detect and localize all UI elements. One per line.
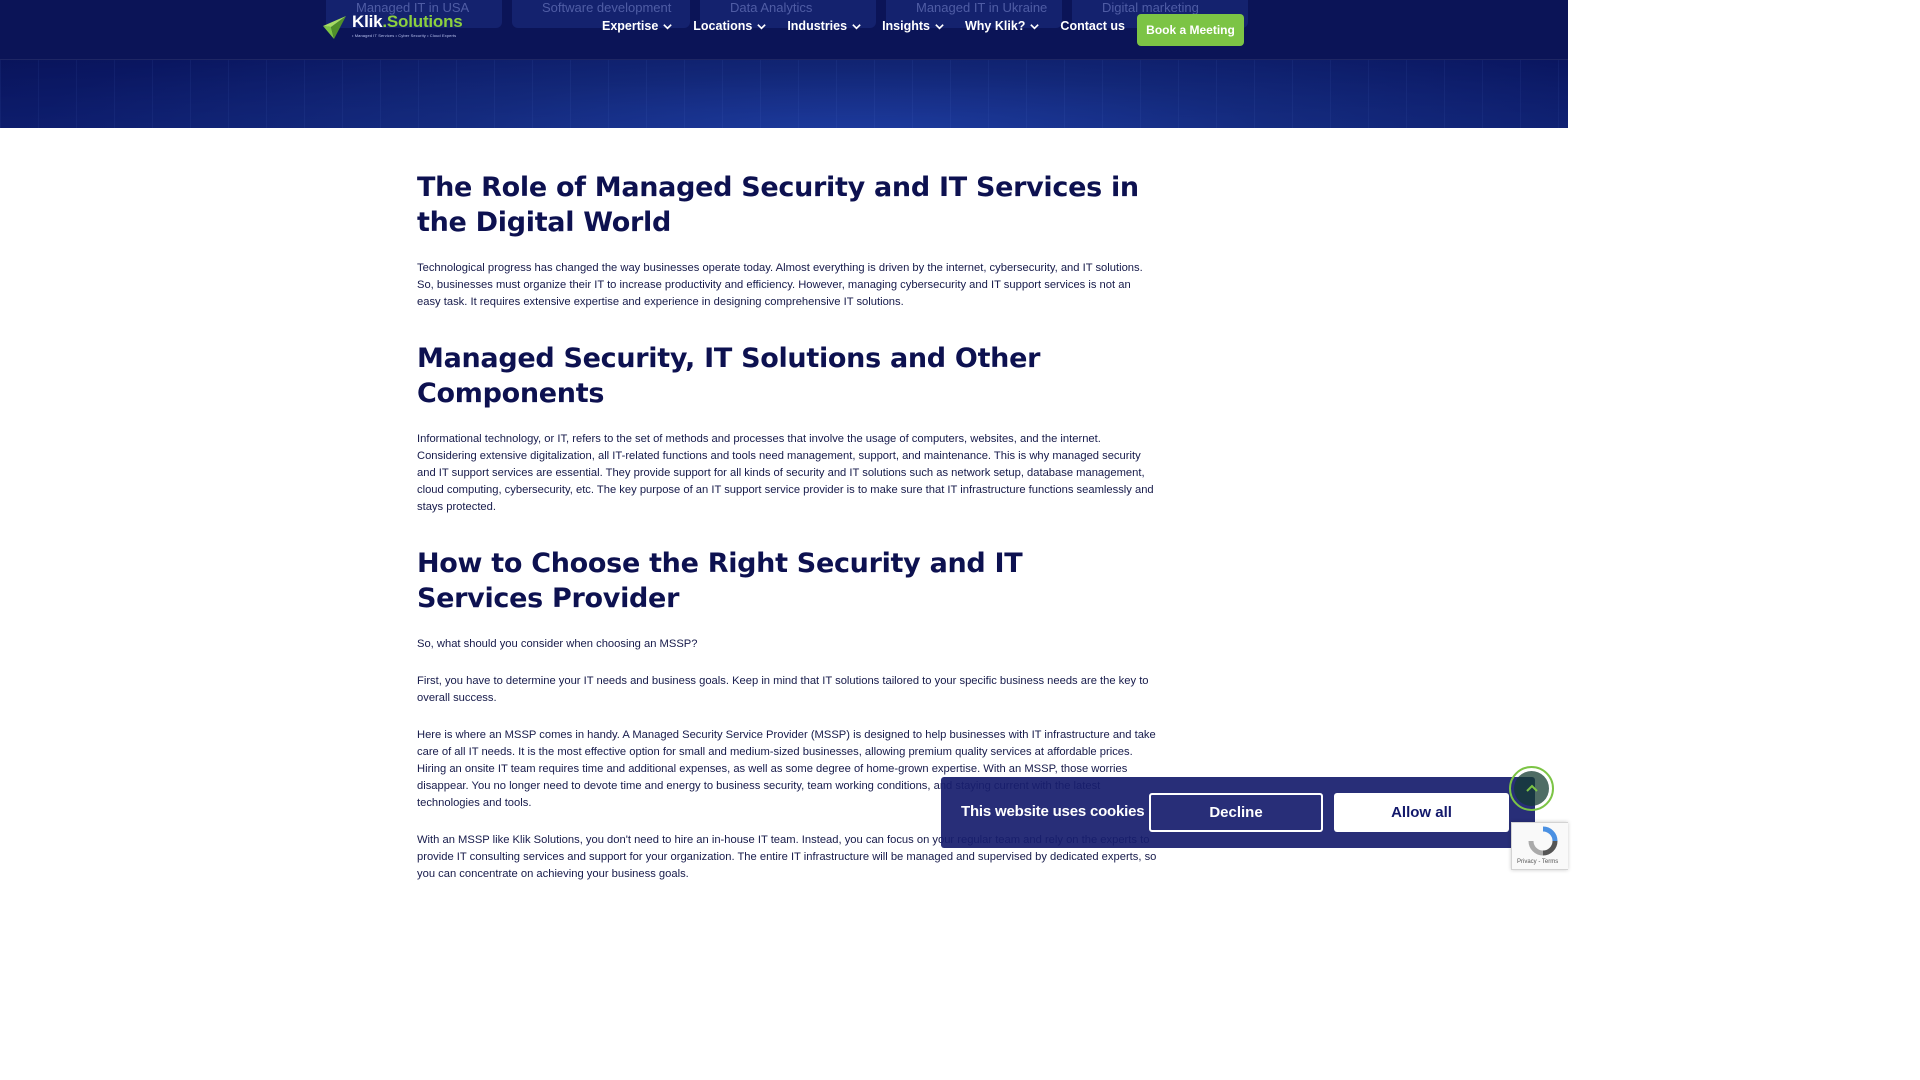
chevron-down-icon xyxy=(1030,23,1040,30)
book-meeting-button[interactable]: Book a Meeting xyxy=(1137,14,1244,46)
nav-label: Contact us xyxy=(1060,19,1126,33)
logo-tagline: • Managed IT Services • Cyber Security •… xyxy=(352,33,457,38)
recaptcha-links[interactable]: Privacy - Terms xyxy=(1517,859,1558,865)
paragraph: So, what should you consider when choosi… xyxy=(417,638,698,650)
nav-item-locations[interactable]: Locations xyxy=(693,19,767,33)
nav-item-industries[interactable]: Industries xyxy=(787,19,862,33)
nav-item-contact-us[interactable]: Contact us xyxy=(1060,19,1125,33)
cookie-message: This website uses cookies xyxy=(961,803,1145,820)
nav-label: Insights xyxy=(882,19,930,33)
scroll-to-top-button[interactable] xyxy=(1509,766,1554,811)
chevron-down-icon xyxy=(852,23,861,30)
paragraph: First, you have to determine your IT nee… xyxy=(417,675,1149,704)
arrow-up-icon xyxy=(1525,784,1538,792)
chevron-down-icon xyxy=(935,23,944,30)
hero-banner: Managed IT in USA Software development D… xyxy=(0,0,1568,128)
nav-item-expertise[interactable]: Expertise xyxy=(602,19,673,33)
section-heading: Managed Security, IT Solutions and Other… xyxy=(417,343,1041,409)
nav-label: Locations xyxy=(693,19,753,33)
nav-item-insights[interactable]: Insights xyxy=(882,19,945,33)
chevron-down-icon xyxy=(757,23,767,30)
logo-name: Klik.Solutions xyxy=(352,12,463,31)
decline-cookies-button[interactable]: Decline xyxy=(1149,793,1323,832)
scroll-top-inner xyxy=(1514,771,1549,806)
klik-logo-icon xyxy=(323,16,346,39)
nav-label: Industries xyxy=(787,19,848,33)
site-header: Managed IT in USA Software development D… xyxy=(0,0,1568,60)
site-logo[interactable]: Klik.Solutions • Managed IT Services • C… xyxy=(320,12,463,42)
nav-item-why-klik[interactable]: Why Klik? xyxy=(965,19,1040,33)
section-heading: The Role of Managed Security and IT Serv… xyxy=(417,172,1139,238)
nav-label: Why Klik? xyxy=(965,19,1026,33)
cookie-banner: This website uses cookies Decline Allow … xyxy=(941,777,1535,848)
paragraph: Technological progress has changed the w… xyxy=(417,262,1143,308)
hero-background-pattern xyxy=(0,60,1568,128)
paragraph: Informational technology, or IT, refers … xyxy=(417,433,1154,513)
allow-all-cookies-button[interactable]: Allow all xyxy=(1334,793,1509,832)
chevron-down-icon xyxy=(663,23,673,30)
recaptcha-icon xyxy=(1528,826,1558,856)
section-heading: How to Choose the Right Security and IT … xyxy=(417,548,1023,614)
nav-label: Expertise xyxy=(602,19,659,33)
recaptcha-badge[interactable]: Privacy - Terms xyxy=(1511,822,1568,870)
main-nav: Expertise Locations Industries Insights … xyxy=(602,19,1145,33)
